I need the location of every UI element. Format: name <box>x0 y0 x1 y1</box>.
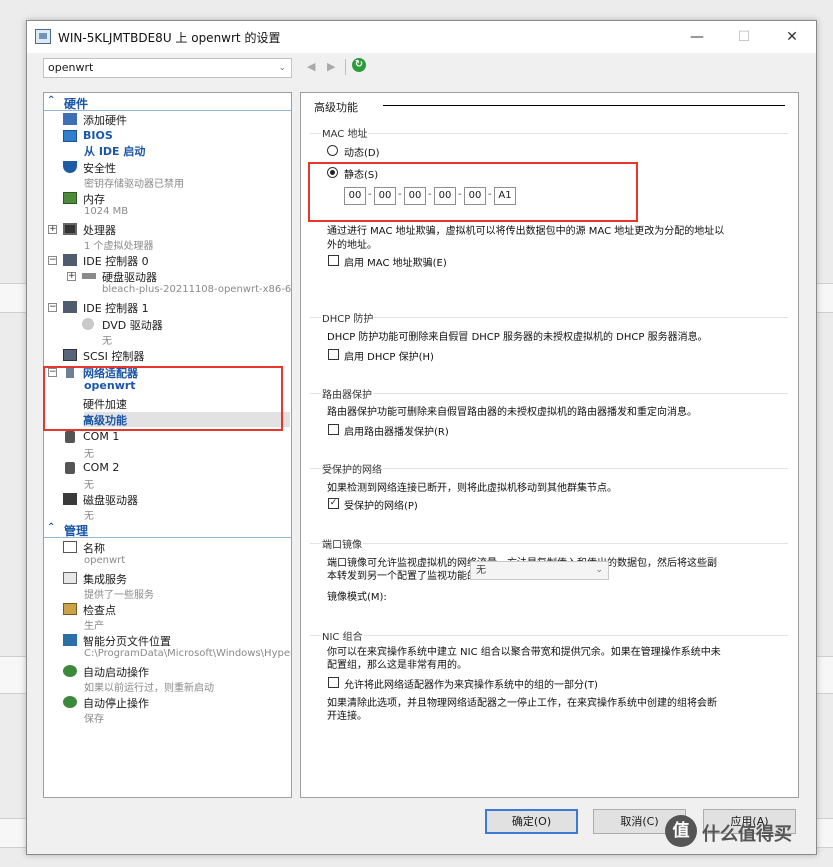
mirroring-mode-value: 无 <box>476 565 486 576</box>
title-bar: WIN-5KLJMTBDE8U 上 openwrt 的设置 — ☐ ✕ <box>27 21 816 53</box>
name-detail: openwrt <box>84 555 126 566</box>
com-port-icon <box>65 431 75 443</box>
nic-group-title: NIC 组合 <box>321 628 364 643</box>
protected-network-checkbox[interactable]: ✓ <box>328 498 339 509</box>
checkpoint-icon <box>63 603 77 615</box>
com1-detail: 无 <box>84 449 94 460</box>
dhcp-description: DHCP 防护功能可删除来自假冒 DHCP 服务器的未授权虚拟机的 DHCP 服… <box>327 332 708 343</box>
ok-button[interactable]: 确定(O) <box>485 809 578 834</box>
processor-icon <box>63 223 77 235</box>
toolbar: openwrt ⌄ ◀ ▶ ↻ <box>27 53 816 83</box>
nic-teaming-checkbox[interactable] <box>328 677 339 688</box>
integration-detail: 提供了一些服务 <box>84 590 154 601</box>
com-port-icon <box>65 462 75 474</box>
hardware-section-header[interactable]: ⌃ 硬件 <box>44 95 291 111</box>
mac-spoofing-description-cont: 外的地址。 <box>327 240 377 251</box>
maximize-button[interactable]: ☐ <box>724 26 764 48</box>
ide-controller-icon <box>63 254 77 266</box>
floppy-icon <box>63 493 77 505</box>
annotation-highlight <box>308 162 638 222</box>
router-guard-label: 启用路由器播发保护(R) <box>344 427 449 438</box>
dvd-icon <box>82 318 94 330</box>
nic-teaming-label: 允许将此网络适配器作为来宾操作系统中的组的一部分(T) <box>344 680 598 691</box>
vm-selector[interactable]: openwrt ⌄ <box>43 58 292 78</box>
auto-stop-icon <box>63 696 77 708</box>
add-hardware-icon <box>63 113 77 125</box>
expand-icon[interactable]: + <box>48 225 57 234</box>
expand-icon[interactable]: + <box>67 272 76 281</box>
bios-boot-order: 从 IDE 启动 <box>84 145 146 158</box>
auto-stop-detail: 保存 <box>84 714 104 725</box>
collapse-icon[interactable]: ⌃ <box>47 522 55 533</box>
mirroring-mode-select[interactable]: 无 ⌄ <box>470 561 609 580</box>
dhcp-guard-checkbox[interactable] <box>328 349 339 360</box>
protected-group-title: 受保护的网络 <box>321 461 383 476</box>
watermark-logo-icon: 值 <box>665 815 697 847</box>
router-description: 路由器保护功能可删除来自假冒路由器的未授权虚拟机的路由器播发和重定向消息。 <box>327 407 697 418</box>
paging-file-icon <box>63 634 77 646</box>
vm-selector-value: openwrt <box>48 61 94 74</box>
management-section-header[interactable]: ⌃ 管理 <box>44 522 291 538</box>
toolbar-divider <box>345 59 346 75</box>
memory-detail: 1024 MB <box>84 206 129 217</box>
collapse-icon[interactable]: − <box>48 303 57 312</box>
paging-detail: C:\ProgramData\Microsoft\Windows\Hyper-V <box>84 648 292 659</box>
back-arrow-icon[interactable]: ◀ <box>307 60 315 73</box>
auto-start-detail: 如果以前运行过，则重新启动 <box>84 683 214 694</box>
shield-icon <box>63 161 77 173</box>
mirroring-mode-label: 镜像模式(M): <box>327 592 387 603</box>
chevron-down-icon: ⌄ <box>278 63 286 73</box>
collapse-icon[interactable]: ⌃ <box>47 95 55 106</box>
settings-tree: ⌃ 硬件 添加硬件 BIOS 从 IDE 启动 安全性 密钥存储驱动器已禁用 内… <box>43 92 292 798</box>
nic-note-cont: 开连接。 <box>327 711 367 722</box>
bios-icon <box>63 130 77 142</box>
dhcp-group-title: DHCP 防护 <box>321 310 375 325</box>
nic-note: 如果清除此选项，并且物理网络适配器之一停止工作，在来宾操作系统中创建的组将会断 <box>327 698 717 709</box>
memory-icon <box>63 192 77 204</box>
hard-drive-icon <box>82 273 96 279</box>
scsi-controller-icon <box>63 349 77 361</box>
com2-detail: 无 <box>84 480 94 491</box>
mac-spoofing-label: 启用 MAC 地址欺骗(E) <box>344 258 447 269</box>
hyperv-settings-icon <box>35 29 51 44</box>
mac-group-title: MAC 地址 <box>321 125 369 140</box>
watermark-text: 什么值得买 <box>702 824 792 845</box>
hard-drive-detail: bleach-plus-20211108-openwrt-x86-6... <box>102 284 292 295</box>
window-title: WIN-5KLJMTBDE8U 上 openwrt 的设置 <box>58 31 281 45</box>
security-detail: 密钥存储驱动器已禁用 <box>84 179 184 190</box>
protected-description: 如果检测到网络连接已断开，则将此虚拟机移动到其他群集节点。 <box>327 483 617 494</box>
refresh-icon[interactable]: ↻ <box>352 58 366 72</box>
chevron-down-icon: ⌄ <box>595 565 603 575</box>
collapse-icon[interactable]: − <box>48 256 57 265</box>
settings-window: WIN-5KLJMTBDE8U 上 openwrt 的设置 — ☐ ✕ open… <box>26 20 817 855</box>
router-group-title: 路由器保护 <box>321 386 373 401</box>
dhcp-guard-label: 启用 DHCP 保护(H) <box>344 352 434 363</box>
name-icon <box>63 541 77 553</box>
mac-spoofing-checkbox[interactable] <box>328 255 339 266</box>
auto-start-icon <box>63 665 77 677</box>
annotation-highlight <box>43 366 283 431</box>
integration-services-icon <box>63 572 77 584</box>
protected-network-label: 受保护的网络(P) <box>344 501 418 512</box>
mac-spoofing-description: 通过进行 MAC 地址欺骗，虚拟机可以将传出数据包中的源 MAC 地址更改为分配… <box>327 226 725 237</box>
dynamic-mac-radio[interactable] <box>327 145 338 156</box>
minimize-button[interactable]: — <box>677 26 717 48</box>
mirroring-group-title: 端口镜像 <box>321 536 363 551</box>
checkpoints-detail: 生产 <box>84 621 104 632</box>
nic-description-cont: 配置组，那么这是非常有用的。 <box>327 660 467 671</box>
panel-title: 高级功能 <box>314 101 358 114</box>
router-guard-checkbox[interactable] <box>328 424 339 435</box>
dynamic-mac-label: 动态(D) <box>344 148 380 159</box>
close-button[interactable]: ✕ <box>772 26 812 48</box>
processor-detail: 1 个虚拟处理器 <box>84 241 154 252</box>
panel-title-rule <box>383 105 785 106</box>
dvd-detail: 无 <box>102 336 112 347</box>
diskette-detail: 无 <box>84 511 94 522</box>
forward-arrow-icon[interactable]: ▶ <box>327 60 335 73</box>
ide-controller-icon <box>63 301 77 313</box>
